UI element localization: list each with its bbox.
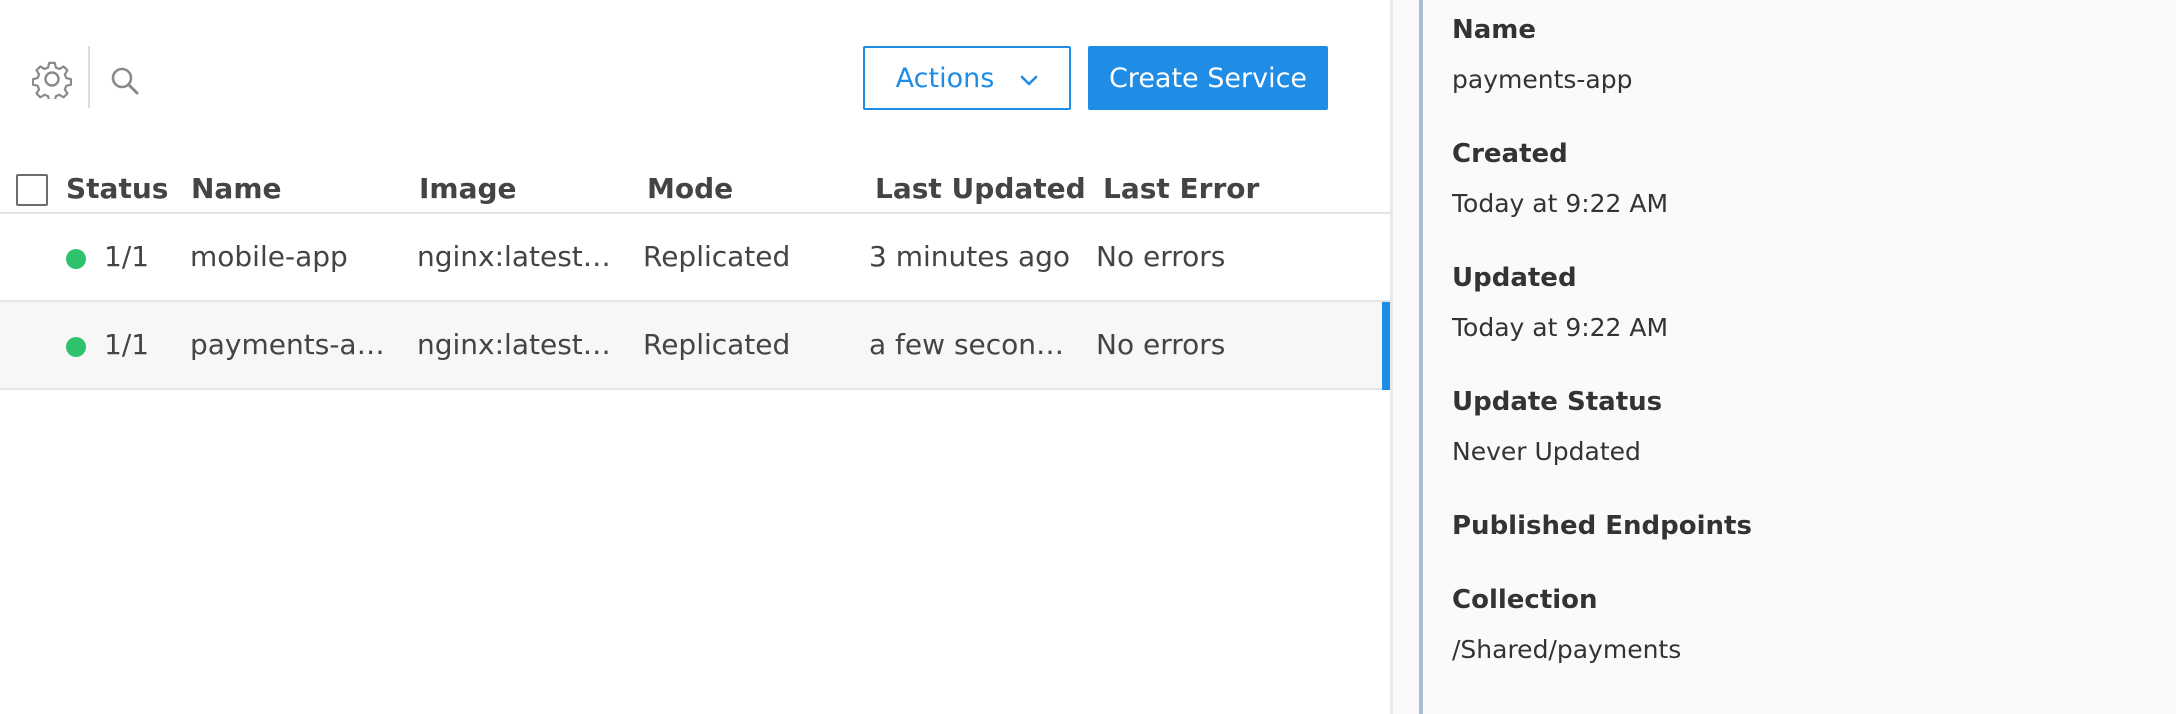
column-header-name[interactable]: Name (191, 172, 282, 205)
services-app: Actions Create Service Status Name Image… (0, 0, 2176, 714)
column-header-last-updated[interactable]: Last Updated (875, 172, 1086, 205)
status-indicator-dot (66, 337, 86, 357)
service-mode: Replicated (643, 328, 791, 361)
service-name: payments-app (190, 328, 390, 361)
service-image: nginx:latest@... (417, 240, 617, 273)
detail-update-status-value: Never Updated (1452, 437, 1641, 466)
create-service-button[interactable]: Create Service (1088, 46, 1328, 110)
services-list-pane: Actions Create Service Status Name Image… (0, 0, 1390, 714)
detail-updated-label: Updated (1452, 263, 1577, 293)
detail-published-endpoints: Published Endpoints (1452, 511, 1752, 541)
detail-update-status: Update Status Never Updated (1452, 387, 1662, 466)
detail-collection-label: Collection (1452, 585, 1598, 615)
column-header-image[interactable]: Image (419, 172, 517, 205)
table-row[interactable]: 1/1 mobile-app nginx:latest@... Replicat… (0, 214, 1390, 302)
column-header-mode[interactable]: Mode (647, 172, 733, 205)
status-indicator-dot (66, 249, 86, 269)
select-all-checkbox[interactable] (16, 174, 48, 206)
service-last-updated: a few seconds... (869, 328, 1079, 361)
search-icon[interactable] (105, 61, 145, 101)
detail-collection-value[interactable]: /Shared/payments (1452, 635, 1681, 664)
detail-name: Name payments-app (1452, 15, 1632, 94)
status-count: 1/1 (104, 240, 150, 273)
detail-collection: Collection /Shared/payments (1452, 585, 1681, 664)
detail-created-value: Today at 9:22 AM (1452, 189, 1669, 218)
service-name: mobile-app (190, 240, 348, 273)
chevron-down-icon (1020, 63, 1038, 94)
status-count: 1/1 (104, 328, 150, 361)
service-last-updated: 3 minutes ago (869, 240, 1071, 273)
column-header-status[interactable]: Status (66, 172, 168, 205)
details-panel-border (1419, 0, 1423, 714)
gear-icon[interactable] (30, 57, 74, 101)
detail-created: Created Today at 9:22 AM (1452, 139, 1668, 218)
detail-created-label: Created (1452, 139, 1568, 169)
service-image: nginx:latest@... (417, 328, 617, 361)
detail-published-endpoints-label: Published Endpoints (1452, 511, 1752, 541)
toolbar-divider (88, 46, 90, 108)
detail-updated: Updated Today at 9:22 AM (1452, 263, 1668, 342)
actions-button-label: Actions (895, 62, 995, 94)
table-row-selected[interactable]: 1/1 payments-app nginx:latest@... Replic… (0, 302, 1390, 390)
detail-name-label: Name (1452, 15, 1537, 45)
column-header-last-error[interactable]: Last Error (1103, 172, 1259, 205)
detail-update-status-label: Update Status (1452, 387, 1663, 417)
detail-updated-value: Today at 9:22 AM (1452, 313, 1669, 342)
detail-name-value: payments-app (1452, 65, 1633, 94)
service-last-error: No errors (1096, 328, 1226, 361)
table-header: Status Name Image Mode Last Updated Last… (0, 160, 1390, 214)
selected-row-indicator (1382, 302, 1390, 390)
actions-dropdown-button[interactable]: Actions (863, 46, 1071, 110)
service-mode: Replicated (643, 240, 791, 273)
service-details-panel: Name payments-app Created Today at 9:22 … (1393, 0, 2176, 714)
service-last-error: No errors (1096, 240, 1226, 273)
